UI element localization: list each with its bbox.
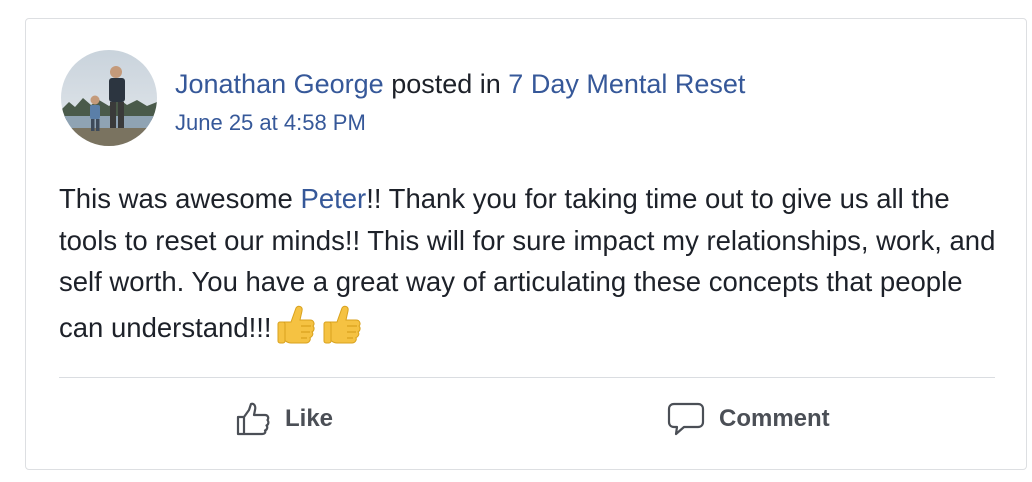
comment-icon [667,401,705,437]
actions-divider [59,377,995,378]
post-timestamp[interactable]: June 25 at 4:58 PM [175,109,366,137]
post-body: This was awesome Peter!! Thank you for t… [59,178,999,348]
author-link[interactable]: Jonathan George [175,69,384,99]
post-card: Jonathan George posted in 7 Day Mental R… [25,18,1027,470]
thumbs-up-icon [277,305,315,343]
avatar[interactable] [61,50,157,146]
action-text: posted in [391,69,501,99]
post-text-part1: This was awesome [59,183,301,214]
post-header: Jonathan George posted in 7 Day Mental R… [175,67,745,101]
like-icon [235,401,271,437]
group-link[interactable]: 7 Day Mental Reset [508,69,745,99]
mention-link[interactable]: Peter [300,183,366,214]
comment-button[interactable]: Comment [667,397,830,441]
thumbs-up-icon [323,305,361,343]
like-button[interactable]: Like [235,397,333,441]
like-label: Like [285,405,334,432]
avatar-photo [61,50,157,146]
comment-label: Comment [719,405,830,432]
